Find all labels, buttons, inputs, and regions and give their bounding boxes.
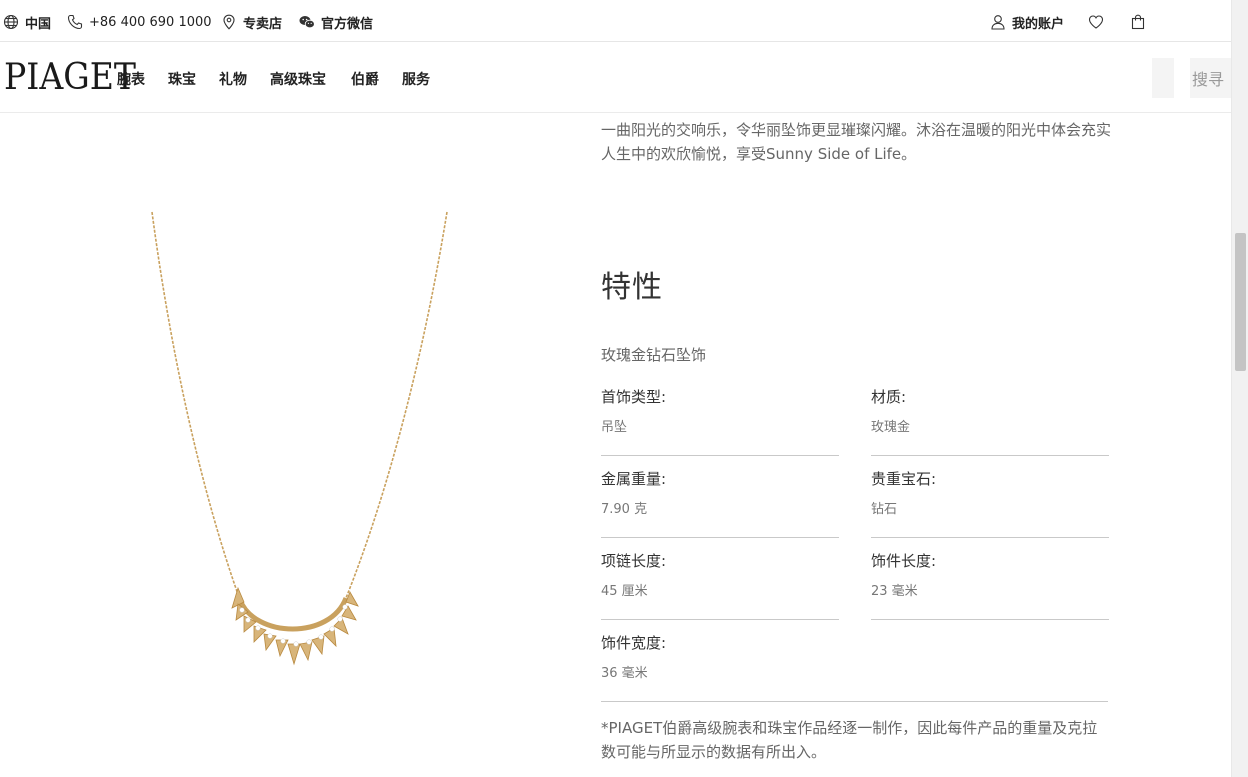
utility-bar: 中国 +86 400 690 1000 专卖店 官方微信 我的账户 (0, 0, 1231, 42)
page-scrollbar[interactable] (1231, 0, 1248, 777)
spec-label: 材质: (871, 388, 907, 406)
spec-necklace-length: 项链长度: 45 厘米 (601, 550, 839, 620)
wishlist-button[interactable] (1088, 12, 1104, 32)
spec-label: 项链长度: (601, 552, 667, 570)
region-selector[interactable]: 中国 (3, 12, 51, 32)
store-label: 专卖店 (243, 16, 283, 32)
nav-item-piaget[interactable]: 伯爵 (351, 69, 379, 89)
scrollbar-thumb[interactable] (1235, 233, 1246, 371)
spec-precious-stone: 贵重宝石: 钻石 (871, 468, 1109, 538)
phone-number: +86 400 690 1000 (89, 14, 212, 30)
heart-icon (1088, 15, 1104, 29)
spec-material: 材质: 玫瑰金 (871, 386, 1109, 456)
wechat-icon (299, 16, 315, 29)
cart-button[interactable] (1130, 12, 1146, 32)
spec-piece-length: 饰件长度: 23 毫米 (871, 550, 1109, 620)
wechat-link[interactable]: 官方微信 (299, 12, 373, 32)
shopping-bag-icon (1131, 14, 1145, 30)
search-area: 搜寻 (1152, 58, 1231, 98)
spec-value: 7.90 克 (601, 502, 648, 517)
spec-label: 饰件长度: (871, 552, 937, 570)
pendant-arc (231, 586, 359, 666)
spec-jewelry-type: 首饰类型: 吊坠 (601, 386, 839, 456)
search-button[interactable]: 搜寻 (1190, 58, 1231, 98)
spec-label: 贵重宝石: (871, 470, 937, 488)
wechat-label: 官方微信 (321, 16, 374, 32)
spec-label: 首饰类型: (601, 388, 667, 406)
nav-item-high-jewelry[interactable]: 高级珠宝 (270, 69, 326, 89)
phone-icon (67, 14, 83, 30)
phone-link[interactable]: +86 400 690 1000 (67, 12, 212, 32)
product-subtitle: 玫瑰金钻石坠饰 (601, 346, 707, 364)
spec-value: 36 毫米 (601, 666, 648, 681)
spec-piece-width: 饰件宽度: 36 毫米 (601, 632, 1108, 702)
user-icon (991, 15, 1005, 30)
product-description: 一曲阳光的交响乐，令华丽坠饰更显璀璨闪耀。沐浴在温暖的阳光中体会充实人生中的欢欣… (601, 121, 1112, 163)
weight-disclaimer: *PIAGET伯爵高级腕表和珠宝作品经逐一制作，因此每件产品的重量及克拉数可能与… (601, 719, 1098, 761)
nav-item-services[interactable]: 服务 (402, 69, 430, 89)
store-locator-link[interactable]: 专卖店 (221, 12, 282, 32)
region-label: 中国 (25, 16, 52, 32)
search-input[interactable] (1152, 58, 1174, 98)
spec-value: 吊坠 (601, 420, 628, 435)
product-image-necklace (151, 211, 448, 666)
account-link[interactable]: 我的账户 (990, 12, 1064, 32)
globe-icon (3, 14, 19, 30)
spec-label: 金属重量: (601, 470, 667, 488)
spec-metal-weight: 金属重量: 7.90 克 (601, 468, 839, 538)
main-navigation: PIAGET 腕表 珠宝 礼物 高级珠宝 伯爵 服务 搜寻 (0, 43, 1231, 113)
nav-item-jewelry[interactable]: 珠宝 (168, 69, 196, 89)
spec-value: 45 厘米 (601, 584, 648, 599)
spec-value: 23 毫米 (871, 584, 918, 599)
spec-value: 玫瑰金 (871, 420, 911, 435)
nav-item-gifts[interactable]: 礼物 (219, 69, 247, 89)
section-title-features: 特性 (601, 270, 663, 305)
account-label: 我的账户 (1012, 16, 1065, 32)
spec-label: 饰件宽度: (601, 634, 667, 652)
spec-value: 钻石 (871, 502, 898, 517)
location-pin-icon (223, 14, 235, 30)
nav-item-watches[interactable]: 腕表 (117, 69, 145, 89)
